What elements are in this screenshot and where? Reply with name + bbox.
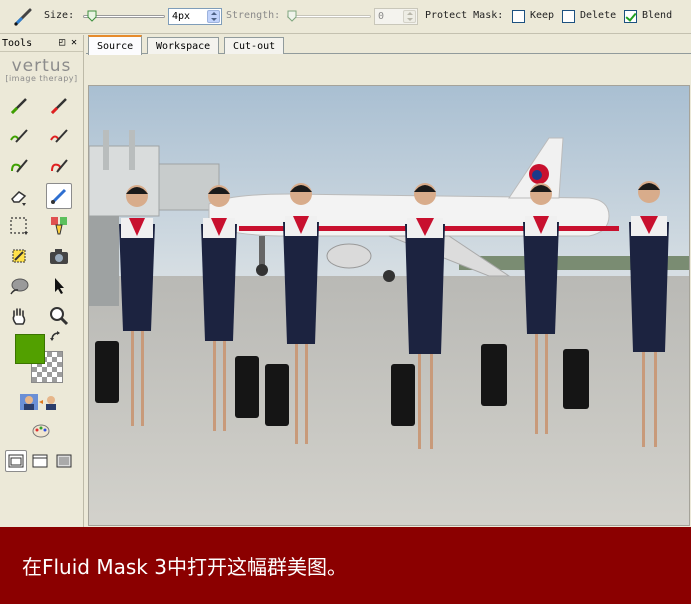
blend-label[interactable]: Blend: [642, 10, 672, 21]
float-panel-icon[interactable]: ◰: [59, 37, 65, 48]
size-spinbox[interactable]: 4px: [168, 8, 222, 25]
blend-checkbox[interactable]: [624, 10, 637, 23]
magic-wand-icon[interactable]: [6, 243, 32, 269]
size-value: 4px: [172, 11, 191, 22]
keep-label[interactable]: Keep: [530, 10, 554, 21]
delete-checkbox[interactable]: [562, 10, 575, 23]
blob-icon[interactable]: [6, 273, 32, 299]
edit-pen-icon[interactable]: [46, 183, 72, 209]
tab-workspace-label: Workspace: [156, 40, 211, 52]
size-spin-button[interactable]: [207, 10, 220, 23]
red-spiral-brush-icon[interactable]: [46, 153, 72, 179]
vertus-logo: vertus [image therapy]: [0, 58, 83, 83]
caption-text: 在Fluid Mask 3中打开这幅群美图。: [22, 555, 347, 579]
tools-panel-header: Tools ◰ ✕: [0, 35, 83, 52]
arrow-pointer-icon[interactable]: [46, 273, 72, 299]
view-tabs: Source Workspace Cut-out: [86, 35, 691, 55]
size-label: Size:: [44, 10, 75, 21]
fill-bucket-icon[interactable]: [46, 213, 72, 239]
logo-subtext: [image therapy]: [5, 74, 78, 83]
strength-slider-thumb[interactable]: [287, 10, 297, 22]
people-preview-icon[interactable]: [16, 389, 64, 415]
caption-banner: 在Fluid Mask 3中打开这幅群美图。: [0, 527, 691, 604]
view-single-icon[interactable]: [5, 450, 27, 472]
tab-cut-out-label: Cut-out: [233, 40, 276, 52]
tab-source[interactable]: Source: [88, 35, 143, 55]
tools-panel-title: Tools: [2, 37, 33, 49]
strength-spin-button[interactable]: [403, 10, 416, 23]
marquee-select-icon[interactable]: [6, 213, 32, 239]
protect-mask-label: Protect Mask:: [425, 10, 504, 21]
tools-panel: Tools ◰ ✕ vertus [image therapy]: [0, 35, 84, 527]
keep-checkbox[interactable]: [512, 10, 525, 23]
options-toolbar: Size: 4px Strength: 0 Protect Mask: Keep…: [0, 0, 691, 34]
camera-icon[interactable]: [46, 243, 72, 269]
brush-icon: [14, 8, 32, 26]
logo-text: vertus: [11, 56, 72, 76]
strength-value: 0: [378, 11, 385, 22]
paint-palette-icon[interactable]: [28, 418, 54, 444]
image-canvas[interactable]: [88, 85, 690, 526]
tab-source-label: Source: [97, 40, 134, 52]
green-spiral-brush-icon[interactable]: [6, 153, 32, 179]
tab-workspace[interactable]: Workspace: [147, 37, 220, 54]
swap-colors-icon[interactable]: [48, 329, 64, 345]
hand-icon[interactable]: [6, 303, 32, 329]
view-window-icon[interactable]: [29, 450, 51, 472]
eraser-icon[interactable]: [6, 183, 32, 209]
red-detail-brush-icon[interactable]: [46, 123, 72, 149]
green-brush-icon[interactable]: [6, 93, 32, 119]
close-panel-icon[interactable]: ✕: [71, 37, 77, 48]
red-brush-icon[interactable]: [46, 93, 72, 119]
strength-label: Strength:: [226, 10, 281, 21]
foreground-color-swatch[interactable]: [15, 334, 45, 364]
strength-spinbox[interactable]: 0: [374, 8, 418, 25]
tab-cut-out[interactable]: Cut-out: [224, 37, 285, 54]
zoom-icon[interactable]: [46, 303, 72, 329]
view-full-icon[interactable]: [53, 450, 75, 472]
source-photo: [89, 86, 689, 525]
delete-label[interactable]: Delete: [580, 10, 616, 21]
strength-slider-track[interactable]: [287, 15, 371, 18]
size-slider-thumb[interactable]: [87, 10, 97, 22]
green-detail-brush-icon[interactable]: [6, 123, 32, 149]
